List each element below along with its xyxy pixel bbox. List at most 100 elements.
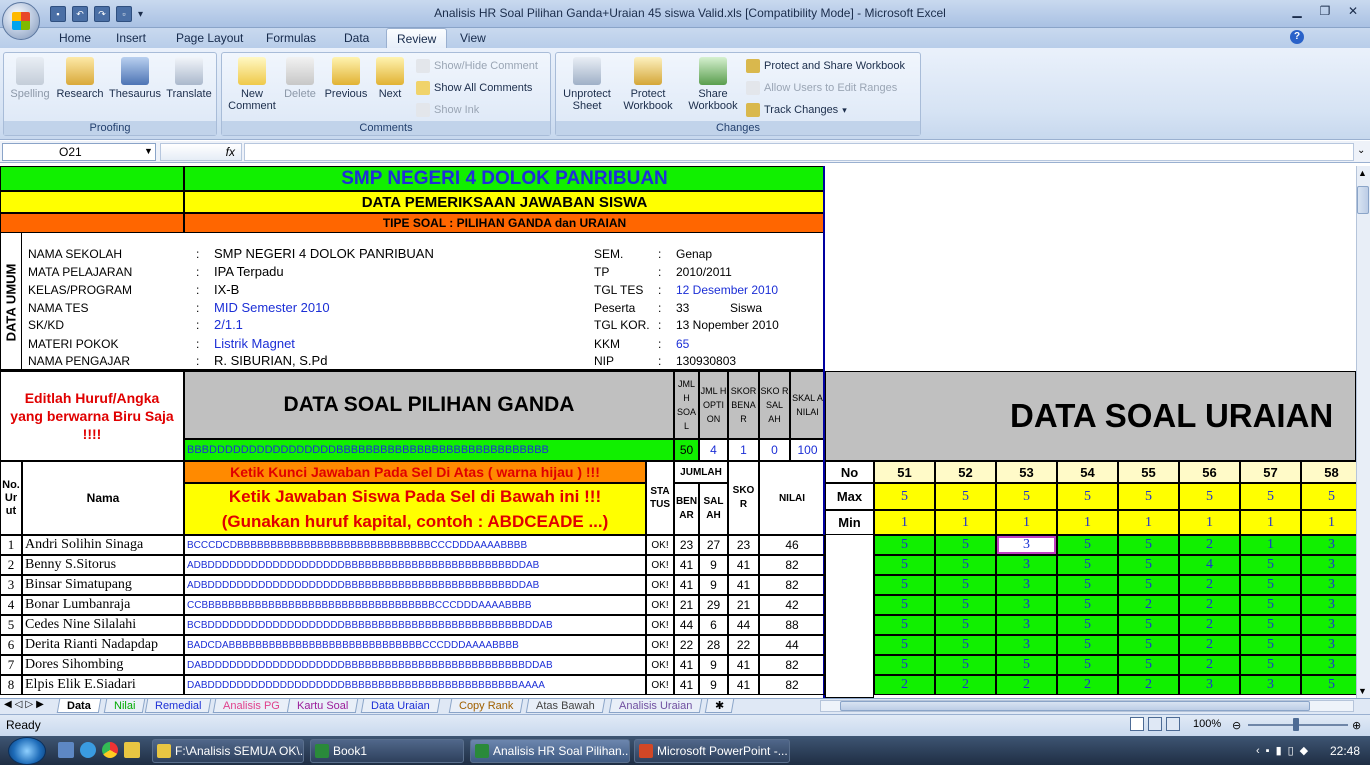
uraian-score-cell[interactable]: 3: [1240, 675, 1301, 695]
taskbar-item[interactable]: Book1: [310, 739, 464, 763]
student-answers[interactable]: ADBDDDDDDDDDDDDDDDDDDDBBBBBBBBBBBBBBBBBB…: [184, 575, 646, 595]
customize-qat-icon[interactable]: ▾: [138, 9, 143, 20]
protect-share-workbook-button[interactable]: Protect and Share Workbook: [746, 59, 905, 73]
info-right-value[interactable]: 65: [676, 337, 689, 351]
tab-insert[interactable]: Insert: [110, 28, 152, 48]
uraian-min[interactable]: 1: [935, 510, 996, 535]
student-answers[interactable]: CCBBBBBBBBBBBBBBBBBBBBBBBBBBBBBBBBBBBCCC…: [184, 595, 646, 615]
normal-view-icon[interactable]: [1130, 717, 1144, 731]
sheet-tab-atas-bawah[interactable]: Atas Bawah: [525, 699, 605, 713]
uraian-score-cell[interactable]: 2: [1118, 675, 1179, 695]
taskbar-item[interactable]: Microsoft PowerPoint -...: [634, 739, 790, 763]
info-value[interactable]: Listrik Magnet: [214, 336, 295, 351]
uraian-score-cell[interactable]: 5: [1057, 555, 1118, 575]
tray-icons[interactable]: ‹▪▮▯◆: [1256, 744, 1314, 757]
show-hide-comment-button[interactable]: Show/Hide Comment: [416, 59, 538, 73]
delete-comment-button[interactable]: Delete: [280, 57, 320, 100]
uraian-score-cell[interactable]: 5: [996, 655, 1057, 675]
show-ink-button[interactable]: Show Ink: [416, 103, 479, 117]
uraian-score-cell[interactable]: 2: [935, 675, 996, 695]
uraian-score-cell[interactable]: 2: [1118, 595, 1179, 615]
uraian-max[interactable]: 5: [1179, 483, 1240, 510]
spelling-button[interactable]: Spelling: [8, 57, 52, 100]
uraian-min[interactable]: 1: [874, 510, 935, 535]
office-button[interactable]: [2, 2, 40, 40]
student-answers[interactable]: BCCCDCDBBBBBBBBBBBBBBBBBBBBBBBBBBBBBCCCD…: [184, 535, 646, 555]
help-icon[interactable]: ?: [1290, 30, 1304, 44]
uraian-score-cell[interactable]: 5: [874, 595, 935, 615]
uraian-min[interactable]: 1: [1301, 510, 1356, 535]
tab-data[interactable]: Data: [338, 28, 375, 48]
uraian-min[interactable]: 1: [1240, 510, 1301, 535]
zoom-out-icon[interactable]: ⊖: [1232, 719, 1241, 732]
student-name[interactable]: Binsar Simatupang: [22, 575, 184, 595]
uraian-score-cell[interactable]: 3: [1301, 595, 1356, 615]
previous-comment-button[interactable]: Previous: [322, 57, 370, 100]
sheet-tab-analisis-uraian[interactable]: Analisis Uraian: [608, 699, 703, 713]
zoom-slider-thumb[interactable]: [1293, 718, 1299, 731]
uraian-score-cell[interactable]: 2: [996, 675, 1057, 695]
uraian-score-cell[interactable]: 5: [1240, 555, 1301, 575]
student-answers[interactable]: ADBDDDDDDDDDDDDDDDDDDDBBBBBBBBBBBBBBBBBB…: [184, 555, 646, 575]
uraian-score-cell[interactable]: 5: [874, 615, 935, 635]
uraian-min[interactable]: 1: [1057, 510, 1118, 535]
worksheet-grid[interactable]: SMP NEGERI 4 DOLOK PANRIBUAN DATA PEMERI…: [0, 166, 1356, 698]
student-answers[interactable]: DABDDDDDDDDDDDDDDDDDDDBBBBBBBBBBBBBBBBBB…: [184, 655, 646, 675]
uraian-score-cell[interactable]: 5: [874, 535, 935, 555]
student-name[interactable]: Cedes Nine Silalahi: [22, 615, 184, 635]
tab-view[interactable]: View: [454, 28, 492, 48]
info-value[interactable]: 2/1.1: [214, 317, 243, 332]
minimize-icon[interactable]: ▁: [1284, 2, 1310, 20]
uraian-score-cell[interactable]: 5: [1240, 595, 1301, 615]
uraian-max[interactable]: 5: [935, 483, 996, 510]
student-answers[interactable]: DABDDDDDDDDDDDDDDDDDDDBBBBBBBBBBBBBBBBBB…: [184, 675, 646, 695]
uraian-score-cell[interactable]: 5: [1057, 595, 1118, 615]
stat-value[interactable]: 0: [759, 439, 790, 461]
sheet-tab-copy-rank[interactable]: Copy Rank: [448, 699, 524, 713]
unprotect-sheet-button[interactable]: Unprotect Sheet: [558, 57, 616, 112]
student-name[interactable]: Benny S.Sitorus: [22, 555, 184, 575]
restore-icon[interactable]: ❐: [1312, 2, 1338, 20]
zoom-level[interactable]: 100%: [1193, 718, 1221, 730]
uraian-score-cell[interactable]: 3: [1301, 535, 1356, 555]
protect-workbook-button[interactable]: Protect Workbook: [616, 57, 680, 112]
info-right-value[interactable]: 12 Desember 2010: [676, 283, 778, 297]
name-box-dropdown-icon[interactable]: ▼: [144, 146, 153, 156]
stat-value[interactable]: 100: [790, 439, 825, 461]
thesaurus-button[interactable]: Thesaurus: [108, 57, 162, 100]
page-break-view-icon[interactable]: [1166, 717, 1180, 731]
uraian-score-cell[interactable]: 3: [1301, 655, 1356, 675]
taskbar-item[interactable]: Analisis HR Soal Pilihan...: [470, 739, 630, 763]
uraian-score-cell[interactable]: 5: [874, 635, 935, 655]
student-answers[interactable]: BADCDABBBBBBBBBBBBBBBBBBBBBBBBBBBBBCCCDD…: [184, 635, 646, 655]
uraian-score-cell[interactable]: 5: [1118, 635, 1179, 655]
student-name[interactable]: Andri Solihin Sinaga: [22, 535, 184, 555]
chrome-icon[interactable]: [102, 742, 118, 758]
uraian-score-cell[interactable]: 2: [1179, 575, 1240, 595]
uraian-score-cell[interactable]: 5: [1240, 635, 1301, 655]
student-name[interactable]: Elpis Elik E.Siadari: [22, 675, 184, 695]
uraian-score-cell[interactable]: 5: [1057, 635, 1118, 655]
uraian-score-cell[interactable]: 5: [874, 555, 935, 575]
tab-formulas[interactable]: Formulas: [260, 28, 322, 48]
answer-key-input[interactable]: BBBDDDDDDDDDDDDDDDDBBBBBBBBBBBBBBBBBBBBB…: [184, 439, 674, 461]
sheet-tab-data[interactable]: Data: [56, 699, 102, 713]
uraian-score-cell[interactable]: 5: [1240, 615, 1301, 635]
uraian-score-cell[interactable]: 5: [935, 655, 996, 675]
horizontal-scroll-thumb[interactable]: [840, 701, 1310, 711]
uraian-score-cell[interactable]: 5: [874, 575, 935, 595]
research-button[interactable]: Research: [56, 57, 104, 100]
uraian-score-cell[interactable]: 3: [1301, 555, 1356, 575]
uraian-score-cell[interactable]: 2: [874, 675, 935, 695]
start-button[interactable]: [8, 737, 46, 765]
name-box[interactable]: O21: [2, 143, 156, 161]
uraian-score-cell[interactable]: 3: [996, 635, 1057, 655]
uraian-score-cell[interactable]: 2: [1057, 675, 1118, 695]
allow-users-edit-ranges-button[interactable]: Allow Users to Edit Ranges: [746, 81, 897, 95]
tab-page-layout[interactable]: Page Layout: [170, 28, 249, 48]
track-changes-button[interactable]: Track Changes ▾: [746, 103, 847, 117]
uraian-score-cell[interactable]: 2: [1179, 635, 1240, 655]
student-name[interactable]: Derita Rianti Nadapdap: [22, 635, 184, 655]
uraian-min[interactable]: 1: [996, 510, 1057, 535]
scroll-up-icon[interactable]: ▲: [1358, 168, 1367, 178]
